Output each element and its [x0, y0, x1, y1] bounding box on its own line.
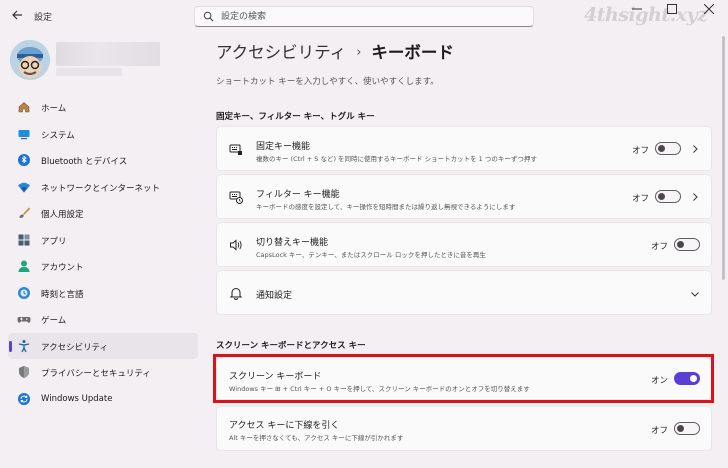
sidebar-item-label: Bluetooth とデバイス: [41, 157, 128, 167]
toggle-knob: [677, 241, 684, 248]
sidebar-item-bluetooth[interactable]: Bluetooth とデバイス: [8, 147, 198, 174]
sidebar-item-apps[interactable]: アプリ: [8, 227, 198, 254]
brush-icon: [19, 207, 31, 218]
profile-email-redacted: [56, 68, 122, 76]
profile-name-redacted: [56, 42, 160, 66]
card-description: CapsLock キー、テンキー、またはスクロール ロックを押したときに音を再生: [256, 251, 486, 259]
card-notification-settings[interactable]: 通知設定: [216, 270, 712, 315]
card-underline-access-keys[interactable]: アクセス キーに下線を引く Alt キーを押さなくても、アクセス キーに下線が引…: [216, 406, 712, 451]
sidebar-item-system[interactable]: システム: [8, 121, 198, 148]
underline-access-keys-toggle[interactable]: [674, 422, 700, 435]
apps-icon: [18, 234, 30, 245]
card-title: 切り替えキー機能: [256, 238, 329, 248]
close-icon: [703, 3, 715, 15]
network-icon: [18, 182, 30, 192]
sidebar-item-label: Windows Update: [41, 393, 113, 404]
minimize-button[interactable]: [620, 0, 654, 22]
back-button[interactable]: [10, 9, 24, 23]
speaker-icon: [230, 239, 242, 251]
toggle-state-label: オフ: [651, 242, 669, 252]
sidebar-item-label: ゲーム: [41, 316, 67, 326]
page-title: キーボード: [371, 43, 454, 62]
sidebar-item-label: アクセシビリティ: [41, 342, 109, 353]
time-language-icon: [18, 286, 30, 299]
search-box[interactable]: [194, 6, 534, 27]
section-title-onscreen-keyboard: スクリーン キーボードとアクセス キー: [216, 341, 366, 351]
chevron-down-icon[interactable]: [690, 289, 700, 299]
card-description: キーボードの感度を設定して、キー操作を短時間または繰り返し無視できるようにします: [256, 203, 516, 211]
toggle-state-label: オフ: [632, 194, 650, 204]
sidebar-nav: ホーム システム Bluetooth とデバイス ネットワークとインターネット …: [8, 94, 198, 412]
breadcrumb-separator: ›: [356, 45, 362, 60]
card-sticky-keys[interactable]: 固定キー機能 複数のキー (Ctrl + S など) を同時に使用するキーボード…: [216, 126, 712, 171]
sidebar-item-time-language[interactable]: 時刻と言語: [8, 280, 198, 307]
toggle-keys-toggle[interactable]: [674, 238, 700, 251]
app-title: 設定: [34, 13, 53, 23]
sidebar-item-label: アプリ: [41, 236, 67, 247]
toggle-state-label: オフ: [632, 146, 650, 156]
chevron-right-icon: [693, 193, 698, 201]
sidebar-item-label: プライバシーとセキュリティ: [41, 369, 151, 379]
avatar-image: [10, 40, 50, 80]
card-description: Alt キーを押さなくても、アクセス キーに下線が引かれます: [229, 434, 404, 442]
sidebar-item-label: アカウント: [41, 263, 84, 273]
sidebar-item-label: ネットワークとインターネット: [41, 183, 161, 194]
highlight-box: [213, 354, 714, 403]
windows-update-icon: [18, 392, 30, 405]
back-arrow-icon: [12, 10, 22, 20]
bell-icon: [229, 288, 243, 300]
sidebar-item-windows-update[interactable]: Windows Update: [8, 386, 198, 413]
sidebar-item-gaming[interactable]: ゲーム: [8, 306, 198, 333]
chevron-right-icon: [693, 145, 698, 153]
accessibility-icon: [18, 339, 30, 352]
sidebar-item-accessibility[interactable]: アクセシビリティ: [8, 332, 198, 359]
search-input[interactable]: [221, 9, 521, 24]
home-icon: [18, 102, 30, 113]
filter-keys-icon: [229, 191, 243, 204]
maximize-icon: [667, 4, 677, 14]
filter-keys-toggle[interactable]: [655, 190, 681, 203]
breadcrumb: アクセシビリティ › キーボード: [216, 39, 454, 63]
breadcrumb-parent[interactable]: アクセシビリティ: [216, 43, 346, 62]
card-title: 通知設定: [256, 291, 293, 301]
sidebar-item-label: ホーム: [41, 104, 67, 114]
toggle-state-label: オフ: [651, 426, 669, 436]
page-description: ショートカット キーを入力しやすく、使いやすくします。: [216, 77, 439, 87]
card-toggle-keys[interactable]: 切り替えキー機能 CapsLock キー、テンキー、またはスクロール ロックを押…: [216, 222, 712, 267]
toggle-knob: [677, 425, 684, 432]
sidebar-item-privacy-security[interactable]: プライバシーとセキュリティ: [8, 359, 198, 386]
title-bar: 設定 4thsight.xyz: [0, 0, 728, 32]
sidebar-item-label: 時刻と言語: [41, 289, 84, 300]
avatar[interactable]: [10, 40, 50, 80]
close-button[interactable]: [692, 0, 726, 22]
section-title-filter-keys: 固定キー、フィルター キー、トグル キー: [216, 112, 375, 122]
sidebar-item-network[interactable]: ネットワークとインターネット: [8, 174, 198, 201]
sidebar-item-home[interactable]: ホーム: [8, 94, 198, 121]
sticky-keys-icon: [229, 144, 242, 155]
system-icon: [18, 129, 30, 139]
shield-icon: [19, 366, 29, 378]
search-icon: [203, 11, 214, 22]
sticky-keys-toggle[interactable]: [655, 142, 681, 155]
card-title: アクセス キーに下線を引く: [229, 421, 340, 431]
toggle-knob: [658, 193, 665, 200]
sidebar-item-personalization[interactable]: 個人用設定: [8, 200, 198, 227]
scrollbar[interactable]: [722, 36, 725, 280]
card-description: 複数のキー (Ctrl + S など) を同時に使用するキーボード ショートカッ…: [256, 155, 537, 163]
maximize-button[interactable]: [655, 0, 689, 22]
toggle-knob: [658, 145, 665, 152]
sidebar-item-label: システム: [41, 130, 75, 141]
sidebar-item-label: 個人用設定: [41, 210, 84, 220]
sidebar-item-accounts[interactable]: アカウント: [8, 253, 198, 280]
account-icon: [18, 260, 30, 272]
card-filter-keys[interactable]: フィルター キー機能 キーボードの感度を設定して、キー操作を短時間または繰り返し…: [216, 174, 712, 219]
game-icon: [17, 317, 31, 323]
bluetooth-icon: [18, 154, 30, 166]
card-title: フィルター キー機能: [256, 190, 340, 200]
card-title: 固定キー機能: [256, 142, 311, 152]
minimize-icon: [632, 8, 642, 10]
